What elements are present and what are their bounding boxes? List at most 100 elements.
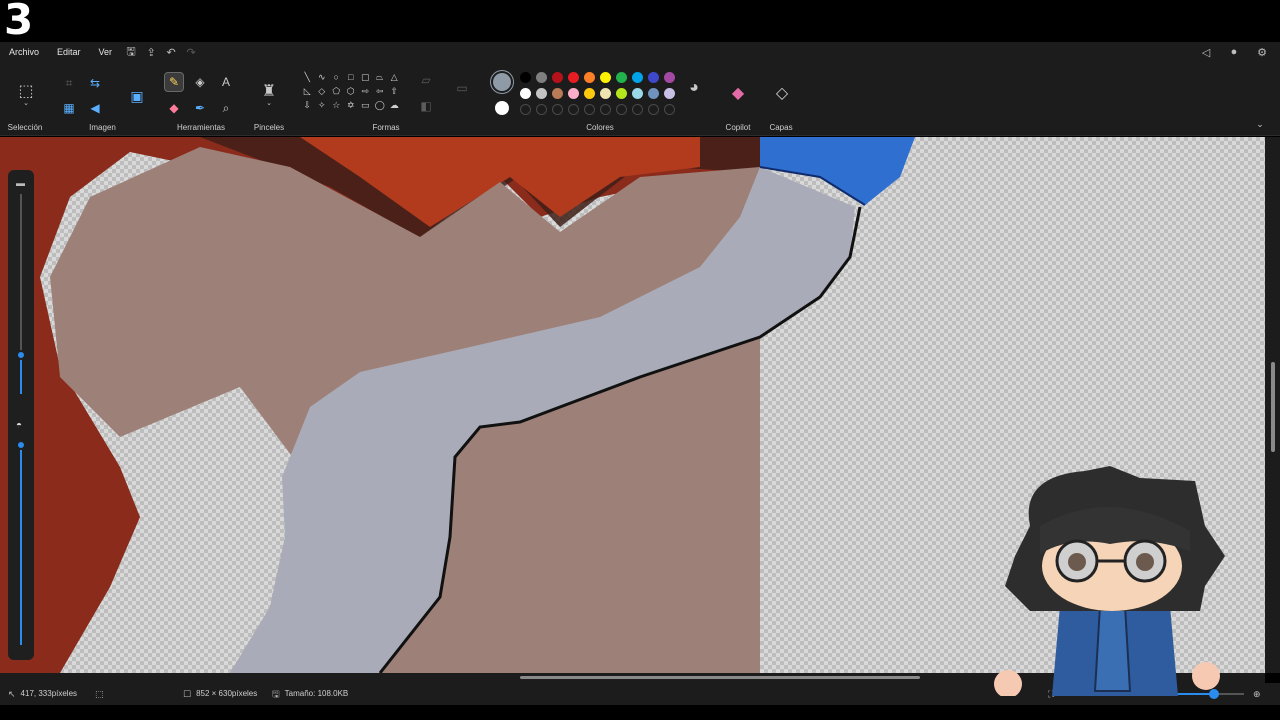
oval-shape-icon[interactable]: ○ [329,70,344,84]
color-swatch[interactable] [568,88,579,99]
secondary-color-swatch[interactable] [495,101,509,115]
select-all-icon[interactable]: ▦ [59,98,79,118]
empty-color-slot[interactable] [552,104,563,115]
color-swatch[interactable] [552,88,563,99]
group-label-imagen: Imagen [89,123,116,132]
rotate-icon[interactable]: ◀ [85,98,105,118]
crop-icon[interactable]: ⌗ [59,73,79,93]
share-icon[interactable]: ⇪ [141,42,161,62]
empty-color-slot[interactable] [584,104,595,115]
color-swatch[interactable] [632,72,643,83]
layers-icon[interactable]: ◇ [771,82,793,104]
triangle-shape-icon[interactable]: △ [387,70,402,84]
settings-gear-icon[interactable]: ⚙ [1252,42,1272,62]
right-triangle-shape-icon[interactable]: ◺ [300,84,315,98]
color-swatch[interactable] [520,72,531,83]
eraser-icon[interactable]: ◆ [164,98,184,118]
color-swatch[interactable] [616,88,627,99]
outline-icon[interactable]: ▱ [416,70,436,90]
empty-color-slot[interactable] [616,104,627,115]
polygon-shape-icon[interactable]: ⏢ [373,70,388,84]
color-picker-icon[interactable]: ✒ [190,98,210,118]
group-label-herramientas: Herramientas [176,123,225,132]
redo-icon[interactable]: ↷ [181,42,201,62]
size-icon: ▬ [16,178,25,188]
arrow-up-shape-icon[interactable]: ⇧ [387,84,402,98]
color-swatch[interactable] [584,88,595,99]
ribbon-collapse-icon[interactable]: ⌄ [1252,116,1268,132]
star6-shape-icon[interactable]: ✡ [344,98,359,112]
image-background-icon[interactable]: ▣ [126,85,148,107]
copilot-icon[interactable]: ◆ [727,82,749,104]
star5-shape-icon[interactable]: ☆ [329,98,344,112]
opacity-slider-knob[interactable] [16,440,26,450]
group-label-capas: Capas [769,123,793,132]
shape-style-icon[interactable]: ▭ [452,78,472,98]
avatar-eye-left [1068,553,1086,571]
menu-right-icons: ◁ ● ⚙ [1196,42,1272,62]
empty-color-slot[interactable] [568,104,579,115]
vertical-scrollbar-thumb[interactable] [1271,362,1275,452]
arrow-right-shape-icon[interactable]: ⇨ [358,84,373,98]
size-slider-knob[interactable] [16,350,26,360]
edit-colors-icon[interactable]: ◕ [684,78,704,98]
image-size: ☐ 852 × 630píxeles [183,683,257,705]
text-tool-icon[interactable]: A [216,72,236,92]
color-swatch[interactable] [616,72,627,83]
curve-shape-icon[interactable]: ∿ [315,70,330,84]
color-swatch[interactable] [648,88,659,99]
empty-color-slot[interactable] [664,104,675,115]
menu-archivo[interactable]: Archivo [0,42,48,62]
chevron-down-icon[interactable]: ⌄ [259,98,279,108]
selection-icon: ⬚ [95,689,104,699]
group-pinceles: ♜ ⌄ Pinceles [250,68,288,136]
pentagon-shape-icon[interactable]: ⬠ [329,84,344,98]
feedback-icon[interactable]: ◁ [1196,42,1216,62]
color-swatch[interactable] [648,72,659,83]
color-swatch[interactable] [536,88,547,99]
rounded-rectangle-shape-icon[interactable]: ▢ [358,70,373,84]
color-swatch[interactable] [600,88,611,99]
color-swatch[interactable] [552,72,563,83]
callout-oval-shape-icon[interactable]: ◯ [373,98,388,112]
color-swatch[interactable] [520,88,531,99]
arrow-down-shape-icon[interactable]: ⇩ [300,98,315,112]
account-icon[interactable]: ● [1224,42,1244,62]
color-swatch[interactable] [568,72,579,83]
menu-editar[interactable]: Editar [48,42,90,62]
hexagon-shape-icon[interactable]: ⬡ [344,84,359,98]
empty-color-slot[interactable] [648,104,659,115]
primary-color-swatch[interactable] [493,73,511,91]
fill-bucket-icon[interactable]: ◈ [190,72,210,92]
fill-icon[interactable]: ◧ [416,96,436,116]
group-herramientas: ✎ ◈ A ◆ ✒ ⌕ Herramientas [160,68,242,136]
callout-rect-shape-icon[interactable]: ▭ [358,98,373,112]
diamond-shape-icon[interactable]: ◇ [315,84,330,98]
empty-color-slot[interactable] [632,104,643,115]
zoom-in-icon[interactable]: ⊕ [1253,683,1261,705]
empty-color-slot[interactable] [520,104,531,115]
color-swatch[interactable] [664,88,675,99]
star4-shape-icon[interactable]: ✧ [315,98,330,112]
empty-color-slot[interactable] [536,104,547,115]
undo-icon[interactable]: ↶ [161,42,181,62]
menu-ver[interactable]: Ver [90,42,122,62]
magnifier-icon[interactable]: ⌕ [216,98,236,118]
pencil-icon[interactable]: ✎ [164,72,184,92]
callout-cloud-shape-icon[interactable]: ☁ [387,98,402,112]
color-swatch[interactable] [584,72,595,83]
color-swatch[interactable] [664,72,675,83]
arrow-left-shape-icon[interactable]: ⇦ [373,84,388,98]
resize-icon[interactable]: ⇆ [85,73,105,93]
color-swatch[interactable] [600,72,611,83]
line-shape-icon[interactable]: ╲ [300,70,315,84]
save-icon[interactable]: 🖫 [121,42,141,62]
file-size-text: Tamaño: 108.0KB [284,689,349,698]
vertical-scrollbar[interactable] [1265,137,1280,673]
color-swatch[interactable] [632,88,643,99]
chevron-down-icon[interactable]: ⌄ [16,98,36,108]
empty-color-slot[interactable] [600,104,611,115]
horizontal-scrollbar-thumb[interactable] [520,676,920,679]
rectangle-shape-icon[interactable]: □ [344,70,359,84]
color-swatch[interactable] [536,72,547,83]
